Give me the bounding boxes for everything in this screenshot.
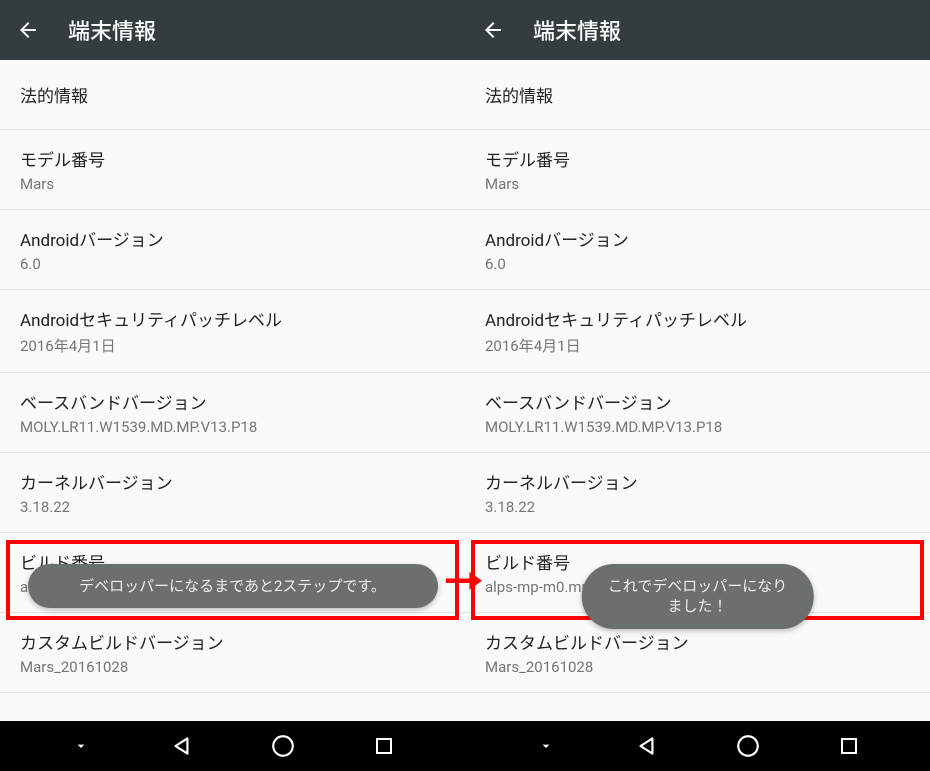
row-custom-build-version[interactable]: カスタムビルドバージョン Mars_20161028 [0, 613, 465, 693]
android-navbar [465, 721, 930, 771]
row-label: Androidバージョン [485, 226, 910, 251]
nav-recents-button[interactable] [829, 726, 869, 766]
back-button[interactable] [479, 16, 507, 44]
row-label: カスタムビルドバージョン [20, 629, 445, 654]
square-recents-icon [372, 734, 396, 758]
arrow-back-icon [16, 18, 40, 42]
row-legal-info[interactable]: 法的情報 [465, 60, 930, 130]
row-value: Mars_20161028 [485, 658, 910, 676]
row-value: MOLY.LR11.W1539.MD.MP.V13.P18 [485, 418, 910, 436]
row-value: 3.18.22 [485, 498, 910, 516]
row-security-patch[interactable]: Androidセキュリティパッチレベル 2016年4月1日 [465, 290, 930, 373]
arrow-back-icon [481, 18, 505, 42]
row-android-version[interactable]: Androidバージョン 6.0 [0, 210, 465, 290]
app-bar: 端末情報 [465, 0, 930, 60]
row-security-patch[interactable]: Androidセキュリティパッチレベル 2016年4月1日 [0, 290, 465, 373]
row-baseband-version[interactable]: ベースバンドバージョン MOLY.LR11.W1539.MD.MP.V13.P1… [465, 373, 930, 453]
row-kernel-version[interactable]: カーネルバージョン 3.18.22 [0, 453, 465, 533]
nav-chevron-button[interactable] [61, 726, 101, 766]
panel-right: 端末情報 法的情報 モデル番号 Mars Androidバージョン 6.0 An… [465, 0, 930, 771]
toast-message: デベロッパーになるまであと2ステップです。 [28, 564, 438, 608]
row-label: 法的情報 [20, 82, 445, 107]
row-label: カスタムビルドバージョン [485, 629, 910, 654]
circle-home-icon [735, 733, 761, 759]
row-value: Mars [20, 175, 445, 193]
row-model-number[interactable]: モデル番号 Mars [465, 130, 930, 210]
nav-chevron-button[interactable] [526, 726, 566, 766]
row-label: モデル番号 [485, 146, 910, 171]
panel-left: 端末情報 法的情報 モデル番号 Mars Androidバージョン 6.0 An… [0, 0, 465, 771]
row-label: ベースバンドバージョン [20, 389, 445, 414]
row-label: ベースバンドバージョン [485, 389, 910, 414]
page-title: 端末情報 [68, 14, 156, 46]
row-label: Androidバージョン [20, 226, 445, 251]
row-value: MOLY.LR11.W1539.MD.MP.V13.P18 [20, 418, 445, 436]
row-value: 2016年4月1日 [20, 335, 445, 356]
row-value: 2016年4月1日 [485, 335, 910, 356]
row-android-version[interactable]: Androidバージョン 6.0 [465, 210, 930, 290]
app-bar: 端末情報 [0, 0, 465, 60]
chevron-down-icon [538, 738, 554, 754]
android-navbar [0, 721, 465, 771]
back-button[interactable] [14, 16, 42, 44]
nav-back-button[interactable] [162, 726, 202, 766]
row-value: 6.0 [20, 255, 445, 273]
row-value: Mars [485, 175, 910, 193]
page-title: 端末情報 [533, 14, 621, 46]
row-value: Mars_20161028 [20, 658, 445, 676]
square-recents-icon [837, 734, 861, 758]
row-model-number[interactable]: モデル番号 Mars [0, 130, 465, 210]
row-baseband-version[interactable]: ベースバンドバージョン MOLY.LR11.W1539.MD.MP.V13.P1… [0, 373, 465, 453]
row-label: Androidセキュリティパッチレベル [20, 306, 445, 331]
row-label: Androidセキュリティパッチレベル [485, 306, 910, 331]
row-value: 3.18.22 [20, 498, 445, 516]
row-value: 6.0 [485, 255, 910, 273]
row-kernel-version[interactable]: カーネルバージョン 3.18.22 [465, 453, 930, 533]
row-legal-info[interactable]: 法的情報 [0, 60, 465, 130]
nav-home-button[interactable] [263, 726, 303, 766]
toast-message: これでデベロッパーになりました！ [581, 564, 814, 629]
row-label: カーネルバージョン [20, 469, 445, 494]
nav-recents-button[interactable] [364, 726, 404, 766]
circle-home-icon [270, 733, 296, 759]
row-label: モデル番号 [20, 146, 445, 171]
triangle-back-icon [169, 733, 195, 759]
row-label: カーネルバージョン [485, 469, 910, 494]
triangle-back-icon [634, 733, 660, 759]
chevron-down-icon [73, 738, 89, 754]
nav-home-button[interactable] [728, 726, 768, 766]
row-label: 法的情報 [485, 82, 910, 107]
nav-back-button[interactable] [627, 726, 667, 766]
